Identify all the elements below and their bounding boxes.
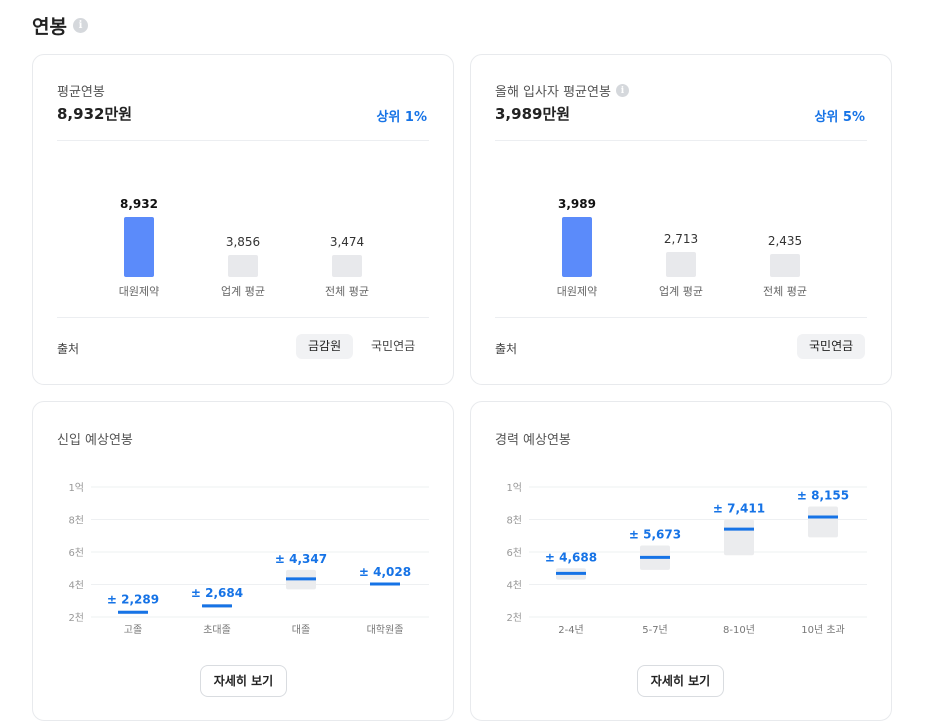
source-label: 출처	[57, 342, 80, 356]
y-tick-label: 6천	[506, 547, 522, 559]
y-tick-label: 8천	[506, 515, 522, 527]
range-box	[724, 519, 754, 556]
divider	[57, 317, 429, 318]
info-icon[interactable]: i	[72, 18, 88, 33]
value-label: ± 7,411	[713, 502, 765, 516]
newhire-salary-card: 올해 입사자 평균연봉 i 3,989만원 상위 5% 3,989 대원제약 2,7…	[470, 54, 892, 385]
detail-button[interactable]: 자세히 보기	[637, 665, 724, 697]
bar	[770, 254, 800, 277]
newhire-salary-value: 3,989만원	[495, 105, 571, 123]
category-label: 5-7년	[642, 624, 668, 636]
source-button-fss[interactable]: 금감원	[296, 334, 354, 359]
avg-salary-label: 평균연봉	[57, 85, 105, 100]
newhire-salary-label-text: 올해 입사자 평균연봉	[495, 85, 611, 100]
avg-salary-card: 평균연봉 8,932만원 상위 1% 8,932 대원제약 3,856 업계 평균 3,…	[32, 54, 454, 385]
bar-label: 대원제약	[118, 285, 160, 298]
bar-label: 전체 평균	[763, 285, 807, 298]
y-tick-label: 1억	[506, 482, 522, 494]
bar-value: 3,856	[225, 235, 261, 249]
career-salary-card: 경력 예상연봉 1억 8천 6천 4천 2천 ± 4,688 2-4년 ± 5,673 5-7년…	[470, 401, 892, 721]
y-tick-label: 4천	[506, 580, 522, 592]
category-label: 10년 초과	[801, 624, 845, 636]
bar	[332, 255, 362, 277]
page-title-text: 연봉	[32, 16, 67, 38]
category-label: 대졸	[292, 624, 310, 636]
bar-label: 전체 평균	[325, 285, 369, 298]
bar	[124, 217, 154, 277]
bar	[562, 217, 592, 277]
category-label: 고졸	[124, 624, 142, 636]
newhire-salary-rank: 상위 5%	[814, 110, 865, 125]
category-label: 2-4년	[558, 624, 584, 636]
value-label: ± 2,684	[191, 586, 243, 600]
bar-value: 3,989	[558, 197, 596, 211]
category-label: 초대졸	[203, 624, 231, 636]
category-label: 8-10년	[723, 624, 755, 636]
value-label: ± 8,155	[797, 489, 849, 503]
bar-label: 업계 평균	[221, 285, 265, 298]
newhire-salary-label: 올해 입사자 평균연봉 i	[495, 81, 629, 100]
bar-value: 3,474	[329, 235, 365, 249]
entry-salary-card: 신입 예상연봉 1억 8천 6천 4천 2천 ± 2,289 고졸 ± 2,684 초대졸 ± 4…	[32, 401, 454, 721]
y-tick-label: 8천	[68, 515, 84, 527]
range-box	[808, 506, 838, 538]
bar	[666, 251, 696, 277]
value-label: ± 4,688	[545, 550, 597, 564]
y-tick-label: 2천	[68, 612, 84, 624]
bar-value: 2,713	[663, 231, 699, 246]
avg-salary-value: 8,932만원	[57, 105, 133, 123]
category-label: 대학원졸	[367, 624, 404, 636]
career-salary-chart: 1억 8천 6천 4천 2천 ± 4,688 2-4년 ± 5,673 5-7년 ± 7,411 8…	[506, 482, 867, 636]
y-tick-label: 6천	[68, 547, 84, 559]
divider	[495, 317, 867, 318]
bar	[228, 255, 258, 277]
bar-label: 대원제약	[556, 285, 598, 298]
value-label: ± 2,289	[107, 593, 159, 607]
page-title: 연봉 i	[32, 12, 88, 39]
value-label: ± 4,347	[275, 552, 327, 566]
info-icon[interactable]: i	[615, 84, 629, 97]
avg-salary-rank: 상위 1%	[376, 110, 427, 125]
detail-button[interactable]: 자세히 보기	[200, 665, 287, 697]
divider	[57, 140, 429, 141]
y-tick-label: 4천	[68, 580, 84, 592]
entry-salary-chart: 1억 8천 6천 4천 2천 ± 2,289 고졸 ± 2,684 초대졸 ± 4,347 대졸 ± …	[68, 482, 429, 636]
bar-value: 2,435	[767, 234, 803, 249]
y-tick-label: 2천	[506, 612, 522, 624]
y-tick-label: 1억	[68, 482, 84, 494]
source-button-nps[interactable]: 국민연금	[359, 334, 427, 359]
divider	[495, 140, 867, 141]
source-label: 출처	[495, 342, 518, 356]
bar-label: 업계 평균	[659, 285, 703, 298]
source-button-nps[interactable]: 국민연금	[797, 334, 866, 359]
value-label: ± 4,028	[359, 565, 411, 579]
value-label: ± 5,673	[629, 528, 681, 542]
bar-value: 8,932	[120, 197, 158, 211]
